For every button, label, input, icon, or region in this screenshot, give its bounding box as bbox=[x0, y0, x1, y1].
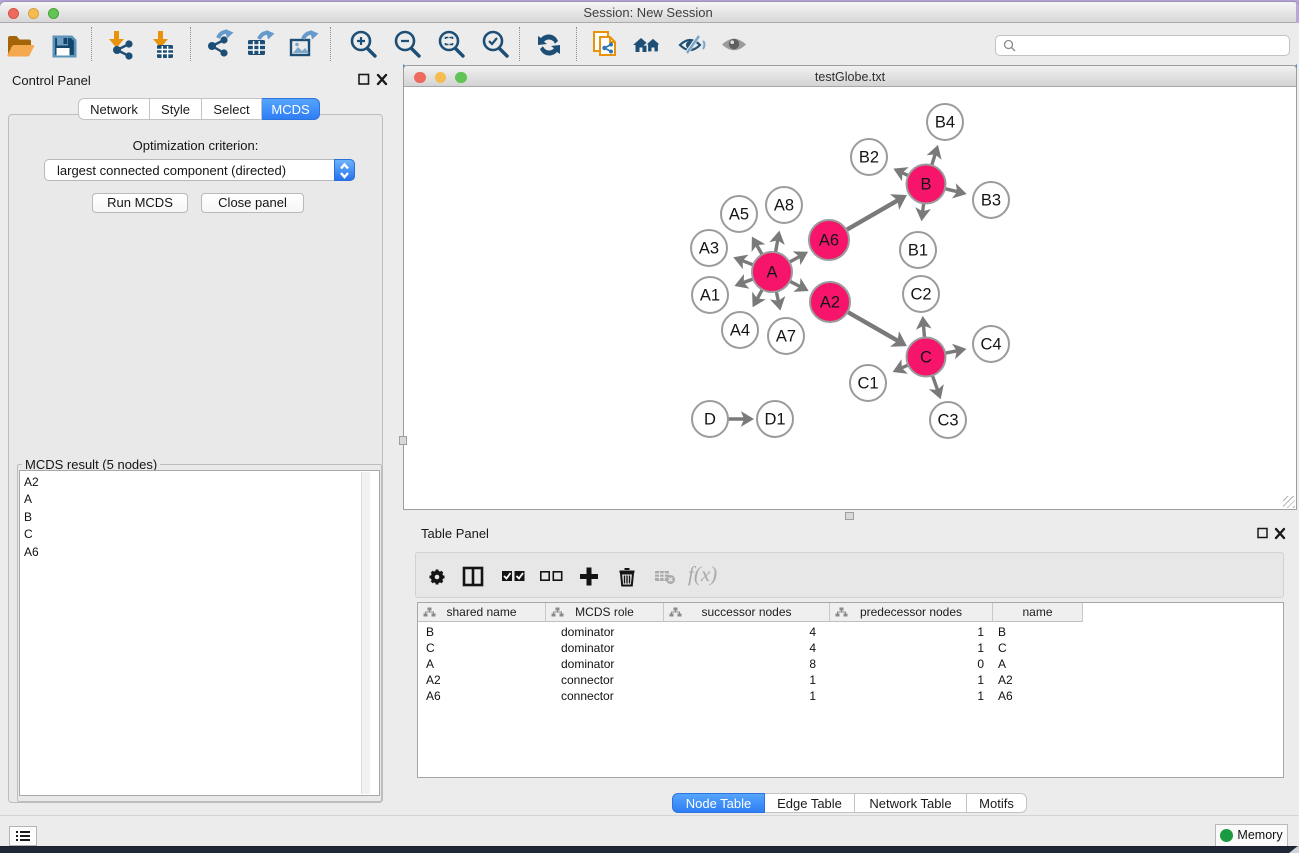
svg-text:A8: A8 bbox=[774, 197, 794, 215]
svg-text:C1: C1 bbox=[857, 375, 878, 393]
svg-text:B3: B3 bbox=[981, 192, 1001, 210]
svg-text:A2: A2 bbox=[820, 294, 840, 312]
svg-text:B1: B1 bbox=[908, 242, 928, 260]
svg-text:A5: A5 bbox=[729, 206, 749, 224]
svg-text:A1: A1 bbox=[700, 287, 720, 305]
svg-text:B2: B2 bbox=[859, 149, 879, 167]
svg-text:B: B bbox=[920, 176, 931, 194]
svg-text:C3: C3 bbox=[937, 412, 958, 430]
svg-text:A6: A6 bbox=[819, 232, 839, 250]
svg-text:C2: C2 bbox=[910, 286, 931, 304]
svg-text:D: D bbox=[704, 411, 716, 429]
svg-text:D1: D1 bbox=[764, 411, 785, 429]
svg-text:C4: C4 bbox=[980, 336, 1001, 354]
svg-text:A3: A3 bbox=[699, 240, 719, 258]
svg-text:A4: A4 bbox=[730, 322, 750, 340]
svg-text:A: A bbox=[766, 264, 777, 282]
svg-text:A7: A7 bbox=[776, 328, 796, 346]
svg-text:C: C bbox=[920, 349, 932, 367]
svg-text:B4: B4 bbox=[935, 114, 955, 132]
